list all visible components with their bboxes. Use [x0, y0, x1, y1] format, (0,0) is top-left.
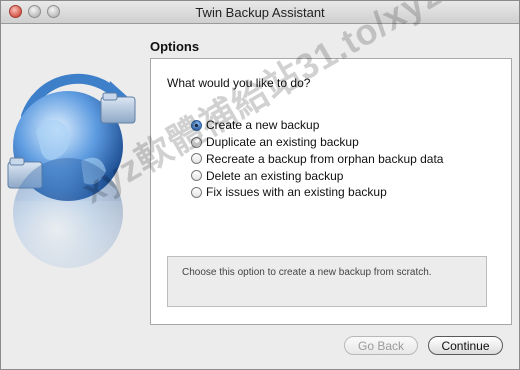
option-label: Recreate a backup from orphan backup dat… [206, 151, 444, 166]
radio-button[interactable] [191, 186, 202, 198]
option-label: Delete an existing backup [206, 168, 344, 183]
option-delete-backup[interactable]: Delete an existing backup [191, 167, 443, 184]
option-fix-issues[interactable]: Fix issues with an existing backup [191, 184, 443, 201]
assistant-window: Twin Backup Assistant Options What would… [0, 0, 520, 370]
description-box: Choose this option to create a new backu… [167, 256, 487, 307]
radio-button[interactable] [191, 170, 202, 182]
option-label: Fix issues with an existing backup [206, 185, 387, 200]
section-title: Options [150, 39, 200, 54]
option-recreate-backup[interactable]: Recreate a backup from orphan backup dat… [191, 151, 443, 168]
go-back-button[interactable]: Go Back [344, 336, 418, 355]
continue-button[interactable]: Continue [428, 336, 503, 355]
description-text: Choose this option to create a new backu… [182, 267, 432, 278]
